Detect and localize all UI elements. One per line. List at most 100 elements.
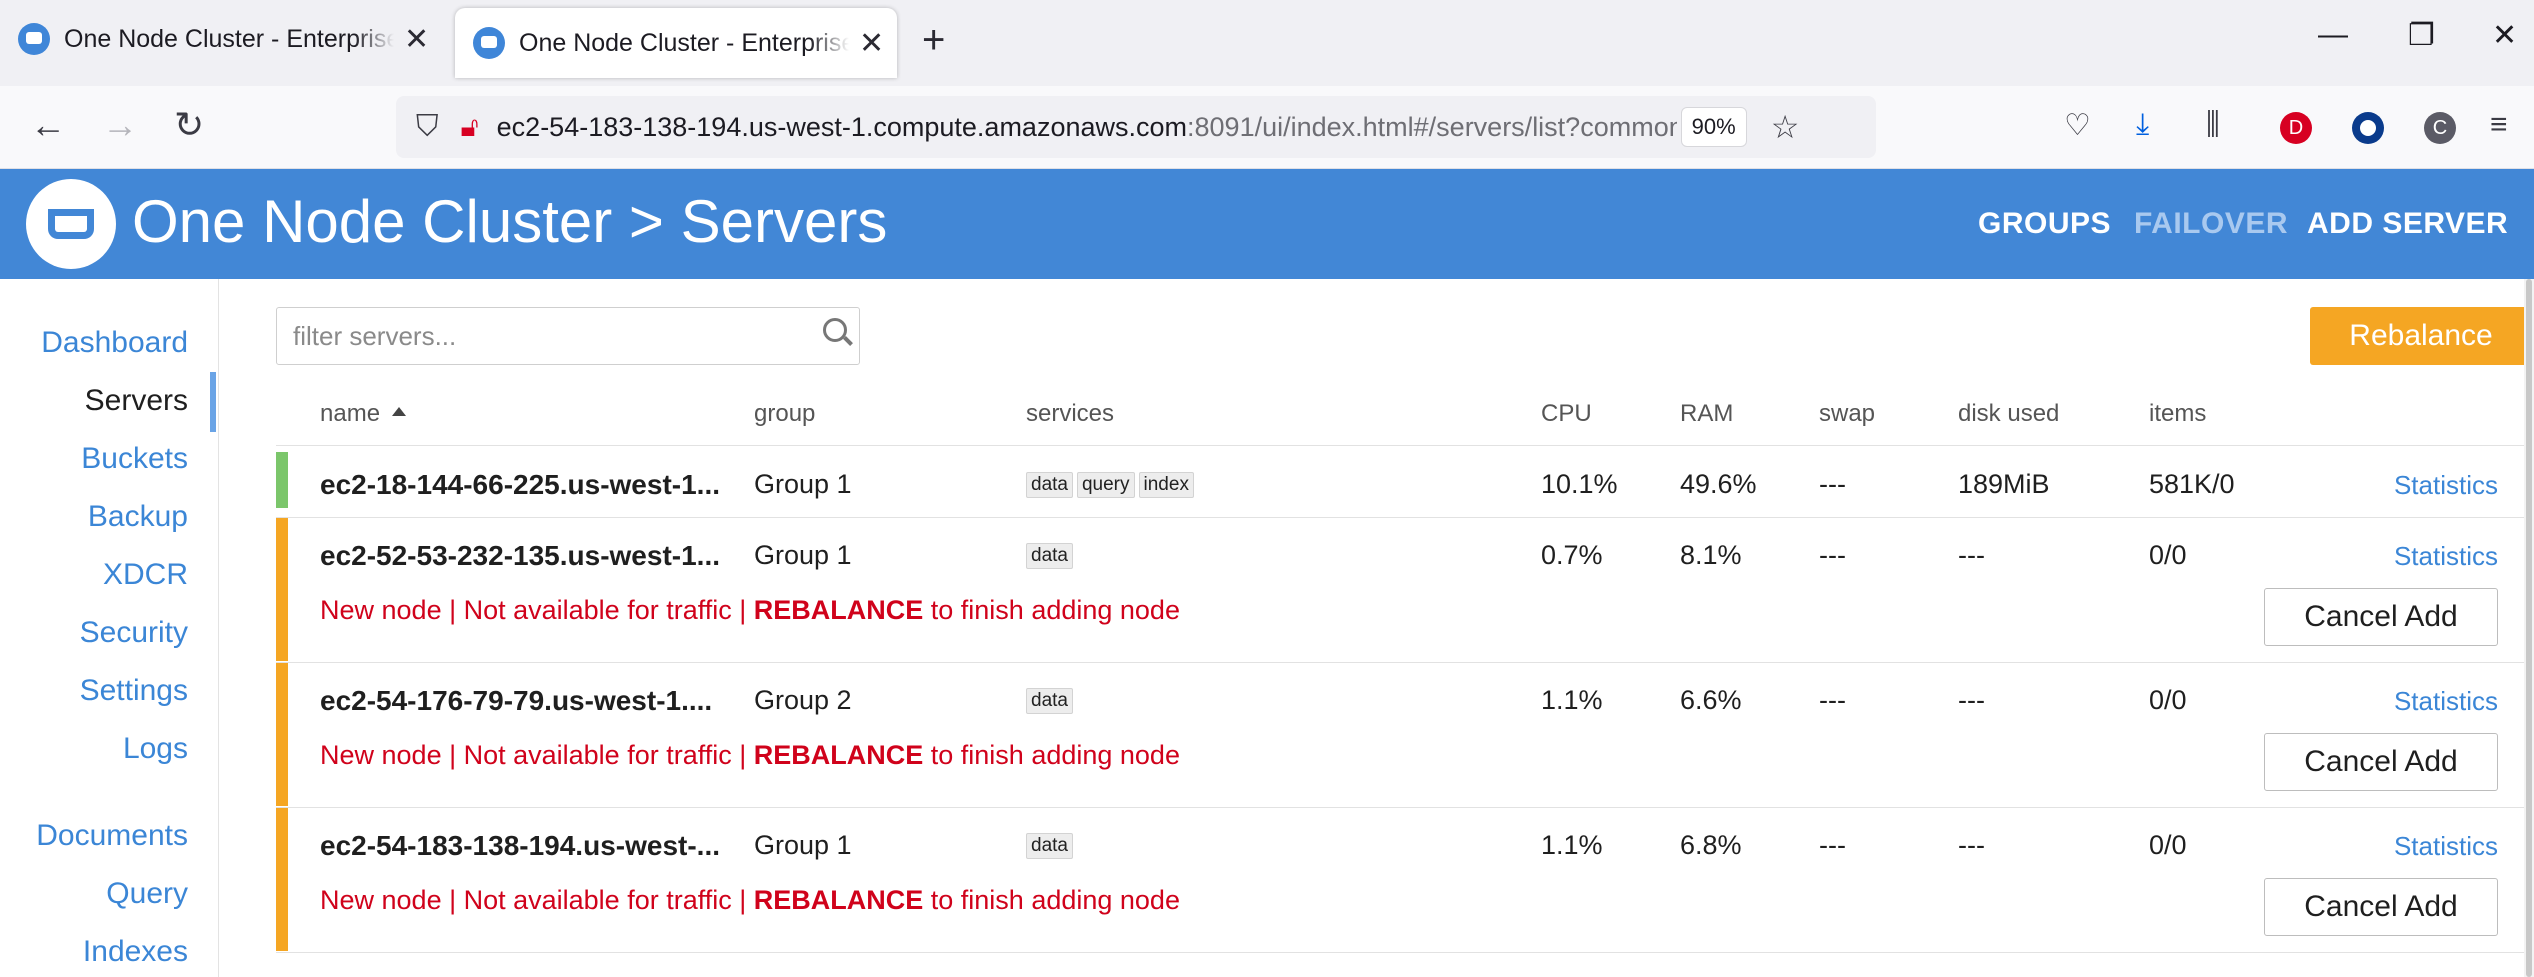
reload-icon[interactable]: ↻ <box>174 104 204 146</box>
service-badge: data <box>1026 472 1073 498</box>
col-header-swap[interactable]: swap <box>1819 400 1875 428</box>
failover-link[interactable]: FAILOVER <box>2134 207 2288 241</box>
extension-d-icon[interactable]: D <box>2280 112 2312 144</box>
sidebar-item-backup[interactable]: Backup <box>88 500 188 534</box>
bookmark-star-icon[interactable]: ☆ <box>1771 108 1800 146</box>
breadcrumb-cluster[interactable]: One Node Cluster <box>132 188 612 255</box>
sidebar-item-dashboard[interactable]: Dashboard <box>41 326 188 360</box>
status-indicator-0 <box>276 452 288 508</box>
sidebar-item-buckets[interactable]: Buckets <box>81 442 188 476</box>
server-swap: --- <box>1819 830 1846 860</box>
server-items: 0/0 <box>2149 685 2187 715</box>
rebalance-button[interactable]: Rebalance <box>2310 307 2532 365</box>
server-disk-used: 189MiB <box>1958 469 2050 499</box>
server-items: 0/0 <box>2149 830 2187 860</box>
warning-rebalance: REBALANCE <box>753 885 924 915</box>
server-swap: --- <box>1819 540 1846 570</box>
server-cpu: 0.7% <box>1541 540 1603 570</box>
pending-node-warning: New node | Not available for traffic | R… <box>320 885 1180 916</box>
col-header-cpu[interactable]: CPU <box>1541 400 1592 428</box>
browser-tab-active[interactable]: One Node Cluster - Enterprise Edition 7 … <box>455 8 897 78</box>
sidebar-item-query[interactable]: Query <box>106 877 188 911</box>
statistics-link[interactable]: Statistics <box>2394 831 2498 862</box>
server-swap: --- <box>1819 685 1846 715</box>
server-ram: 6.8% <box>1680 830 1742 860</box>
couchbase-favicon-icon <box>473 27 505 59</box>
statistics-link[interactable]: Statistics <box>2394 470 2498 501</box>
cancel-add-button[interactable]: Cancel Add <box>2264 588 2498 646</box>
library-icon[interactable]: ⫼ <box>2206 108 2220 142</box>
sidebar-item-servers[interactable]: Servers <box>85 384 188 418</box>
close-window-icon[interactable]: ✕ <box>2492 18 2517 53</box>
extension-ring-icon[interactable] <box>2352 112 2384 144</box>
breadcrumb-separator-icon: > <box>628 188 664 255</box>
app-header: One Node Cluster > Servers GROUPS FAILOV… <box>0 169 2534 279</box>
col-header-disk-used[interactable]: disk used <box>1958 400 2059 428</box>
service-badge: index <box>1138 472 1194 498</box>
address-bar[interactable]: ⛉ 🔓︎ ec2-54-183-138-194.us-west-1.comput… <box>396 96 1876 158</box>
warning-text: to finish adding node <box>923 740 1180 770</box>
server-ram: 8.1% <box>1680 540 1742 570</box>
table-divider <box>276 952 2532 953</box>
server-group: Group 1 <box>754 540 852 570</box>
server-name[interactable]: ec2-52-53-232-135.us-west-1... <box>320 540 720 572</box>
sidebar-item-indexes[interactable]: Indexes <box>83 935 188 969</box>
close-tab-icon[interactable]: ✕ <box>404 22 429 57</box>
sidebar-item-settings[interactable]: Settings <box>80 674 188 708</box>
sidebar-item-documents[interactable]: Documents <box>36 819 188 853</box>
downloads-icon[interactable]: ⤓ <box>2136 108 2149 142</box>
zoom-level-badge[interactable]: 90% <box>1680 107 1747 147</box>
col-header-items[interactable]: items <box>2149 400 2206 428</box>
filter-servers-input[interactable] <box>291 320 795 353</box>
server-name[interactable]: ec2-54-176-79-79.us-west-1.... <box>320 685 712 717</box>
restore-window-icon[interactable]: ❐ <box>2408 18 2435 53</box>
pocket-icon[interactable]: ♡ <box>2064 108 2091 143</box>
groups-link[interactable]: GROUPS <box>1978 207 2111 241</box>
warning-rebalance: REBALANCE <box>753 740 924 770</box>
server-services: data <box>1026 827 1077 859</box>
server-name[interactable]: ec2-18-144-66-225.us-west-1... <box>320 469 720 501</box>
cancel-add-button[interactable]: Cancel Add <box>2264 733 2498 791</box>
couchbase-logo-icon[interactable] <box>26 179 116 269</box>
url-text[interactable]: ec2-54-183-138-194.us-west-1.compute.ama… <box>497 112 1677 143</box>
service-badge: query <box>1076 472 1135 498</box>
browser-tab[interactable]: One Node Cluster - Enterprise Edition 7 … <box>0 0 442 78</box>
extension-c-icon[interactable]: C <box>2424 112 2456 144</box>
server-cpu: 1.1% <box>1541 830 1603 860</box>
col-header-group[interactable]: group <box>754 400 815 428</box>
server-group: Group 2 <box>754 685 852 715</box>
sort-ascending-icon[interactable] <box>392 407 407 417</box>
server-disk-used: --- <box>1958 830 1985 860</box>
forward-arrow-icon[interactable]: → <box>102 104 138 146</box>
page-scrollbar[interactable] <box>2524 279 2534 977</box>
app-menu-icon[interactable]: ≡ <box>2490 108 2508 142</box>
server-ram: 6.6% <box>1680 685 1742 715</box>
service-badge: data <box>1026 833 1073 859</box>
new-tab-plus-icon[interactable]: + <box>922 18 945 63</box>
server-swap: --- <box>1819 469 1846 499</box>
sidebar-item-logs[interactable]: Logs <box>123 732 188 766</box>
sidebar-item-xdcr[interactable]: XDCR <box>103 558 188 592</box>
tracking-shield-icon[interactable]: ⛉ <box>416 110 439 144</box>
minimize-window-icon[interactable]: — <box>2318 18 2348 52</box>
service-badge: data <box>1026 543 1073 569</box>
close-tab-icon[interactable]: ✕ <box>859 26 884 61</box>
back-arrow-icon[interactable]: ← <box>30 104 66 146</box>
col-header-name-label: name <box>320 400 381 427</box>
insecure-lock-icon[interactable]: 🔓︎ <box>461 111 479 144</box>
statistics-link[interactable]: Statistics <box>2394 541 2498 572</box>
status-indicator-1 <box>276 518 288 661</box>
browser-nav-bar: ← → ↻ ⛉ 🔓︎ ec2-54-183-138-194.us-west-1.… <box>0 86 2534 169</box>
server-cpu: 1.1% <box>1541 685 1603 715</box>
warning-text: to finish adding node <box>923 885 1180 915</box>
add-server-link[interactable]: ADD SERVER <box>2307 207 2508 241</box>
search-icon[interactable] <box>823 318 847 342</box>
statistics-link[interactable]: Statistics <box>2394 686 2498 717</box>
col-header-ram[interactable]: RAM <box>1680 400 1733 428</box>
cancel-add-button[interactable]: Cancel Add <box>2264 878 2498 936</box>
server-services: data <box>1026 537 1077 569</box>
sidebar-item-security[interactable]: Security <box>80 616 188 650</box>
server-name[interactable]: ec2-54-183-138-194.us-west-... <box>320 830 720 862</box>
scrollbar-thumb[interactable] <box>2526 279 2532 977</box>
col-header-name[interactable]: name <box>320 400 407 428</box>
